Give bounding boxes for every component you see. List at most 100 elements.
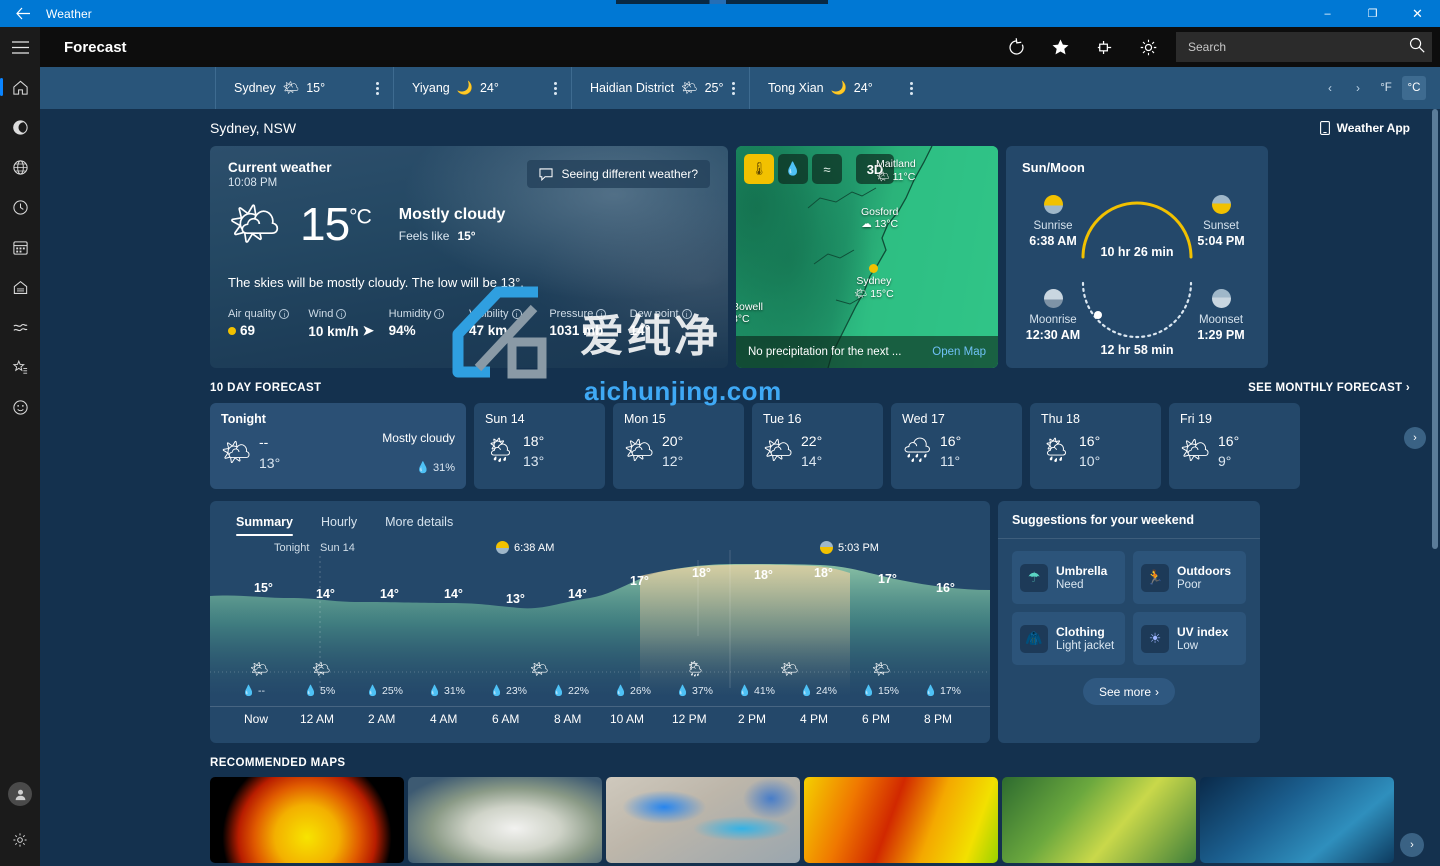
see-monthly-forecast-link[interactable]: SEE MONTHLY FORECAST › <box>1248 382 1410 394</box>
recommended-maps-next-button[interactable]: › <box>1400 833 1424 857</box>
search-icon[interactable] <box>1408 36 1426 59</box>
locations-bar-controls: ‹ › °F °C <box>1318 76 1440 100</box>
forecast-high: -- <box>259 432 280 452</box>
tab-more-details[interactable]: More details <box>375 511 463 536</box>
location-tab-tong-xian[interactable]: Tong Xian 🌙 24° <box>749 67 927 109</box>
info-icon[interactable]: i <box>512 309 522 319</box>
forecast-card-fri-19[interactable]: Fri 19 🌤 16°9° <box>1169 403 1300 489</box>
sidebar-item-air-quality[interactable] <box>0 267 40 307</box>
sun-icon[interactable] <box>1126 27 1170 67</box>
forecast-low: 12° <box>662 451 683 471</box>
precipitation-icon[interactable]: 💧 <box>778 154 808 184</box>
refresh-icon[interactable] <box>994 27 1038 67</box>
location-tab-haidian-district[interactable]: Haidian District 🌤 25° <box>571 67 749 109</box>
radar-map-card[interactable]: 🌡 💧 ≈ 3D Maitland 🌤 11°C Gosford ☁ 13°C … <box>736 146 998 368</box>
pin-icon[interactable] <box>1082 27 1126 67</box>
metric-value: 10 km/h <box>308 324 358 339</box>
forecast-day-label: Tue 16 <box>763 412 872 426</box>
forecast-high: 18° <box>523 431 544 451</box>
forecast-next-button[interactable]: › <box>1404 427 1426 449</box>
sidebar-item-trends[interactable] <box>0 307 40 347</box>
suggestion-umbrella[interactable]: ☂ Umbrella Need <box>1012 551 1125 604</box>
recommended-map-card[interactable] <box>804 777 998 863</box>
sidebar-item-monthly-forecast[interactable] <box>0 227 40 267</box>
sidebar-item-send-feedback[interactable] <box>0 387 40 427</box>
tab-summary[interactable]: Summary <box>226 511 303 536</box>
info-icon[interactable]: i <box>596 309 606 319</box>
chart-hour-7: 12 PM <box>672 712 707 726</box>
map-pin-temp: 🌤 11°C <box>876 170 916 183</box>
recommended-map-card[interactable] <box>1200 777 1394 863</box>
main-content: Sydney, NSW Weather App Current weather … <box>40 109 1440 866</box>
sidebar-item-home[interactable] <box>0 67 40 107</box>
location-overflow-menu-icon[interactable] <box>554 82 563 95</box>
tab-hourly[interactable]: Hourly <box>311 511 367 536</box>
location-overflow-menu-icon[interactable] <box>376 82 385 95</box>
suggestion-clothing[interactable]: 🧥 Clothing Light jacket <box>1012 612 1125 665</box>
location-overflow-menu-icon[interactable] <box>910 82 919 95</box>
recommended-map-card[interactable] <box>606 777 800 863</box>
location-tab-sydney[interactable]: Sydney 🌤 15° <box>215 67 393 109</box>
close-button[interactable]: ✕ <box>1395 0 1440 27</box>
hamburger-menu-icon[interactable] <box>0 27 40 67</box>
prev-location-button[interactable]: ‹ <box>1318 76 1342 100</box>
search-input[interactable] <box>1188 40 1408 54</box>
gear-icon[interactable] <box>0 820 40 860</box>
location-overflow-menu-icon[interactable] <box>732 82 741 95</box>
next-location-button[interactable]: › <box>1346 76 1370 100</box>
info-icon[interactable]: i <box>279 309 289 319</box>
sunrise-time: 6:38 AM <box>1022 234 1084 248</box>
partly-cloudy-night-icon: 🌤 <box>312 660 331 678</box>
wind-icon[interactable]: ≈ <box>812 154 842 184</box>
account-icon[interactable] <box>8 782 32 806</box>
temperature-icon[interactable]: 🌡 <box>744 154 774 184</box>
map-pin-maitland: Maitland 🌤 11°C <box>876 158 916 183</box>
sidebar-item-global-weather[interactable] <box>0 147 40 187</box>
recommended-maps-header: RECOMMENDED MAPS <box>40 743 1440 769</box>
open-map-link[interactable]: Open Map <box>932 346 986 358</box>
info-icon[interactable]: i <box>682 309 692 319</box>
unit-fahrenheit-button[interactable]: °F <box>1374 76 1398 100</box>
sidebar-item-maps[interactable] <box>0 107 40 147</box>
scrollbar-thumb[interactable] <box>1432 109 1438 549</box>
location-temp: 25° <box>705 81 724 95</box>
sidebar-item-favorites[interactable] <box>0 347 40 387</box>
forecast-card-thu-18[interactable]: Thu 18 🌦 16°10° <box>1030 403 1161 489</box>
unit-celsius-button[interactable]: °C <box>1402 76 1426 100</box>
recommended-map-card[interactable] <box>408 777 602 863</box>
moonset-block: Moonset 1:29 PM <box>1190 277 1252 363</box>
forecast-card-sun-14[interactable]: Sun 14 🌦 18°13° <box>474 403 605 489</box>
moon-duration: 12 hr 58 min <box>1101 343 1174 357</box>
seeing-different-weather-button[interactable]: Seeing different weather? <box>527 160 710 188</box>
location-name: Tong Xian <box>768 81 824 95</box>
chart-hour-11: 8 PM <box>924 712 952 726</box>
vertical-scrollbar[interactable] <box>1430 109 1440 866</box>
maximize-button[interactable]: ❐ <box>1350 0 1395 27</box>
location-tab-yiyang[interactable]: Yiyang 🌙 24° <box>393 67 571 109</box>
back-arrow-icon[interactable] <box>0 0 46 27</box>
sun-moon-card: Sun/Moon Sunrise 6:38 AM 10 hr 26 min Su… <box>1006 146 1268 368</box>
search-box[interactable] <box>1176 32 1432 62</box>
chart-hour-10: 6 PM <box>862 712 890 726</box>
map-pin-temp: 🌤 15°C <box>854 287 894 300</box>
rain-sun-icon: 🌦 <box>485 439 523 463</box>
chart-temp-6: 17° <box>630 574 649 588</box>
suggestion-uv-index[interactable]: ☀ UV index Low <box>1133 612 1246 665</box>
map-pin-gosford: Gosford ☁ 13°C <box>861 206 898 230</box>
forecast-card-wed-17[interactable]: Wed 17 🌧 16°11° <box>891 403 1022 489</box>
recommended-map-card[interactable] <box>1002 777 1196 863</box>
minimize-button[interactable]: – <box>1305 0 1350 27</box>
weather-app-link[interactable]: Weather App <box>1320 121 1410 135</box>
forecast-card-mon-15[interactable]: Mon 15 🌤 20°12° <box>613 403 744 489</box>
forecast-card-tonight[interactable]: Tonight 🌤 -- 13° Mostly cloudy 💧 31% <box>210 403 466 489</box>
rain-sun-icon: 🌦 <box>686 660 705 678</box>
sidebar-item-historical-weather[interactable] <box>0 187 40 227</box>
forecast-card-tue-16[interactable]: Tue 16 🌤 22°14° <box>752 403 883 489</box>
chart-hour-3: 4 AM <box>430 712 457 726</box>
star-icon[interactable] <box>1038 27 1082 67</box>
suggestion-outdoors[interactable]: 🏃 Outdoors Poor <box>1133 551 1246 604</box>
recommended-map-card[interactable] <box>210 777 404 863</box>
info-icon[interactable]: i <box>434 309 444 319</box>
see-more-button[interactable]: See more › <box>1083 678 1175 705</box>
info-icon[interactable]: i <box>336 309 346 319</box>
